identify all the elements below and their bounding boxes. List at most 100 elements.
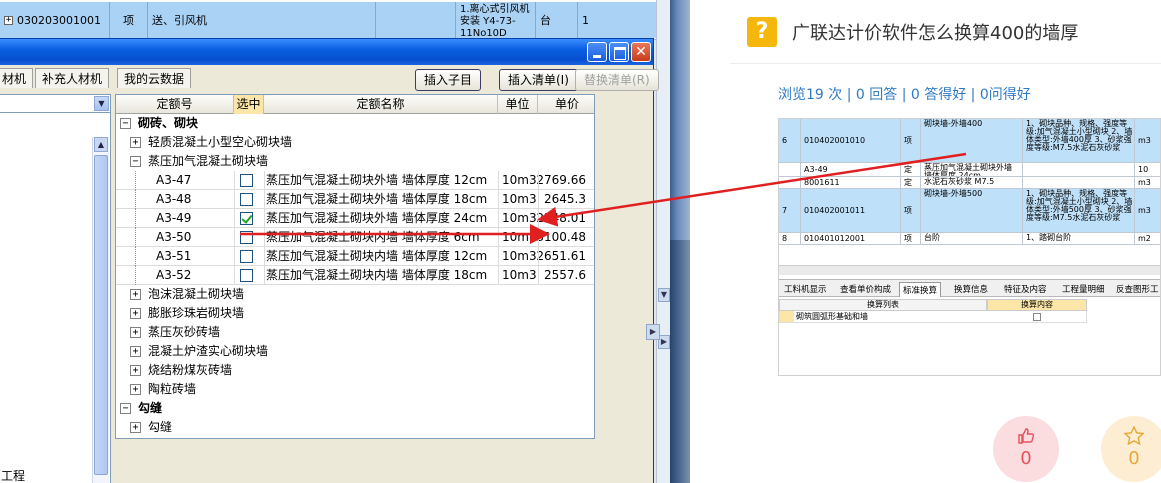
- collapse-icon[interactable]: −: [120, 118, 131, 129]
- collapse-icon[interactable]: −: [130, 156, 141, 167]
- select-checkbox[interactable]: [240, 193, 253, 206]
- question-title: 广联达计价软件怎么换算400的墙厚: [792, 23, 1079, 44]
- quota-row[interactable]: A3-52 蒸压加气混凝土砌块内墙 墙体厚度 18cm 10m3 2557.6: [116, 266, 594, 285]
- dialog-titlebar[interactable]: ✕: [0, 39, 653, 65]
- attached-row: A3-49 定蒸压加气混凝土砌块外墙 墙体厚度 24cm 10: [779, 163, 1160, 177]
- divider: [730, 63, 1161, 64]
- tree-group-row[interactable]: − 勾缝: [116, 399, 594, 418]
- select-checkbox[interactable]: [240, 250, 253, 263]
- quota-row[interactable]: A3-48 蒸压加气混凝土砌块外墙 墙体厚度 18cm 10m3 2645.3: [116, 190, 594, 209]
- select-checkbox[interactable]: [240, 231, 253, 244]
- bg-type: 项: [123, 14, 134, 27]
- collapse-icon[interactable]: −: [120, 403, 131, 414]
- background-row[interactable]: +030203001001 项 送、引风机 1.离心式引风机安装 Y4-73-1…: [0, 2, 656, 38]
- attached-row: 6 010402001010 项砌块墙-外墙400 1、砌块品种、规格、强度等级:加气…: [779, 119, 1160, 163]
- expand-icon[interactable]: +: [130, 327, 141, 338]
- tab-extra-materials[interactable]: 补充人材机: [35, 68, 110, 88]
- tree-subgroup-row[interactable]: + 勾缝: [116, 418, 594, 437]
- attached-no: 8: [779, 233, 801, 244]
- expand-icon[interactable]: +: [130, 422, 141, 433]
- scroll-thumb[interactable]: [94, 155, 108, 475]
- replace-list-button[interactable]: 替换清单(R): [575, 69, 659, 91]
- attached-code: A3-49: [801, 163, 901, 176]
- insert-child-button[interactable]: 插入子目: [415, 69, 482, 91]
- category-item[interactable]: 工程: [1, 467, 25, 483]
- col-quota-name[interactable]: 定额名称: [264, 95, 498, 114]
- tree-label: 陶粒砖墙: [148, 382, 197, 396]
- attached-no: [779, 177, 801, 188]
- scroll-down-icon[interactable]: ▼: [658, 288, 670, 302]
- category-select[interactable]: ▼: [0, 95, 110, 113]
- expand-icon[interactable]: +: [130, 289, 141, 300]
- chevron-down-icon[interactable]: ▼: [94, 96, 109, 111]
- col-price[interactable]: 单价: [538, 95, 594, 114]
- col-unit[interactable]: 单位: [498, 95, 538, 114]
- insert-list-button[interactable]: 插入清单(I): [499, 69, 578, 91]
- tree-subgroup-row[interactable]: + 泡沫混凝土砌块墙: [116, 285, 594, 304]
- bg-unit: 台: [540, 14, 551, 27]
- quota-dialog: ✕ 材机 补充人材机 我的云数据 插入子目 插入清单(I) 替换清单(R) ▼ …: [0, 38, 660, 483]
- expand-icon[interactable]: +: [130, 346, 141, 357]
- expand-icon[interactable]: +: [130, 137, 141, 148]
- tree-subgroup-row[interactable]: + 烧结粉煤灰砖墙: [116, 361, 594, 380]
- expand-icon[interactable]: +: [130, 308, 141, 319]
- tab-cloud-data[interactable]: 我的云数据: [117, 68, 192, 88]
- thumbs-up-button[interactable]: 0: [993, 416, 1059, 482]
- tree-group-row[interactable]: − 砌砖、砌块: [116, 114, 594, 133]
- quota-name: 蒸压加气混凝土砌块内墙 墙体厚度 12cm: [266, 249, 488, 263]
- question-icon: ?: [747, 17, 777, 47]
- tree-subgroup-row[interactable]: + 蒸压灰砂砖墙: [116, 323, 594, 342]
- expand-icon[interactable]: +: [130, 365, 141, 376]
- category-scrollbar[interactable]: ▲: [92, 137, 109, 483]
- attached-list-row: 砌筑圆弧形基础和墙: [779, 311, 1087, 323]
- expand-icon[interactable]: +: [4, 15, 13, 25]
- quota-name: 蒸压加气混凝土砌块外墙 墙体厚度 18cm: [266, 192, 488, 206]
- attached-code: 8001611: [801, 177, 901, 188]
- quota-row[interactable]: A3-50 蒸压加气混凝土砌块内墙 墙体厚度 6cm 10m3 3100.48: [116, 228, 594, 247]
- scroll-up-icon[interactable]: ▲: [94, 137, 108, 152]
- expand-right-icon[interactable]: ▶: [646, 324, 660, 340]
- quota-code: A3-51: [156, 249, 192, 263]
- bg-qty: 1: [582, 13, 589, 27]
- col-selected[interactable]: 选中: [234, 95, 264, 114]
- attached-desc: 1、踏砌台阶: [1023, 233, 1135, 244]
- star-button[interactable]: 0: [1101, 416, 1161, 482]
- quota-row[interactable]: A3-49 蒸压加气混凝土砌块外墙 墙体厚度 24cm 10m3 2548.01: [116, 209, 594, 228]
- quota-row[interactable]: A3-51 蒸压加气混凝土砌块内墙 墙体厚度 12cm 10m3 2651.61: [116, 247, 594, 266]
- select-checkbox[interactable]: [240, 212, 253, 225]
- tree-subgroup-row[interactable]: + 陶粒砖墙: [116, 380, 594, 399]
- qa-page: ? 广联达计价软件怎么换算400的墙厚 浏览19 次 | 0 回答 | 0 答得…: [690, 0, 1161, 483]
- attached-row: 8001611 定水泥石灰砂浆 M7.5 m3: [779, 177, 1160, 189]
- maximize-button[interactable]: [609, 42, 629, 62]
- attached-unit: m2: [1135, 233, 1160, 244]
- attached-desc: [1023, 163, 1135, 176]
- tree-subgroup-row[interactable]: − 蒸压加气混凝土砌块墙: [116, 152, 594, 171]
- minimize-button[interactable]: [587, 42, 607, 62]
- tree-label: 勾缝: [148, 420, 173, 434]
- quota-row[interactable]: A3-47 蒸压加气混凝土砌块外墙 墙体厚度 12cm 10m3 2769.66: [116, 171, 594, 190]
- tree-label: 膨胀珍珠岩砌块墙: [148, 306, 245, 320]
- attached-type: 定: [901, 177, 921, 188]
- attached-tab: 工程量明细: [1062, 285, 1105, 295]
- close-button[interactable]: ✕: [631, 42, 651, 62]
- tree-subgroup-row[interactable]: + 轻质混凝土小型空心砌块墙: [116, 133, 594, 152]
- quota-code: A3-49: [156, 211, 192, 225]
- quota-name: 蒸压加气混凝土砌块外墙 墙体厚度 12cm: [266, 173, 488, 187]
- question-stats[interactable]: 浏览19 次 | 0 回答 | 0 答得好 | 0问得好: [778, 84, 1031, 104]
- attached-no: [779, 163, 801, 176]
- expand-icon[interactable]: +: [130, 384, 141, 395]
- quota-table: 定额号 选中 定额名称 单位 单价 − 砌砖、砌块 + 轻质混凝土小型空心砌块墙 − 蒸压…: [115, 94, 595, 439]
- tab-materials[interactable]: 材机: [0, 68, 34, 88]
- category-tree-pane: ▼ ▲ 工程: [0, 94, 111, 483]
- col-quota-code[interactable]: 定额号: [116, 95, 234, 114]
- attached-list-item: 砌筑圆弧形基础和墙: [796, 312, 868, 321]
- tree-subgroup-row[interactable]: + 膨胀珍珠岩砌块墙: [116, 304, 594, 323]
- tree-label: 砌砖、砌块: [138, 116, 199, 130]
- software-screenshot: +030203001001 项 送、引风机 1.离心式引风机安装 Y4-73-1…: [0, 0, 670, 483]
- select-checkbox[interactable]: [240, 174, 253, 187]
- tree-subgroup-row[interactable]: + 混凝土炉渣实心砌块墙: [116, 342, 594, 361]
- select-checkbox[interactable]: [240, 269, 253, 282]
- attached-type: 项: [901, 189, 921, 232]
- bg-code: 030203001001: [17, 13, 101, 27]
- attached-screenshot[interactable]: 6 010402001010 项砌块墙-外墙400 1、砌块品种、规格、强度等级:加气…: [778, 118, 1161, 376]
